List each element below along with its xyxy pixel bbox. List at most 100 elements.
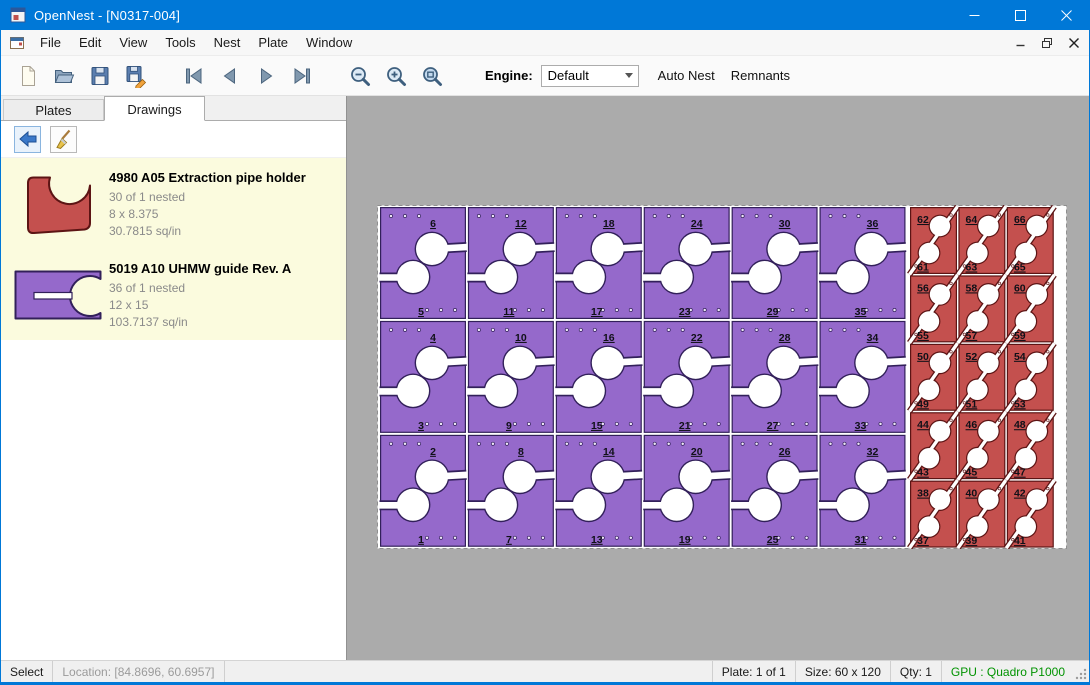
app-icon <box>10 7 26 23</box>
drawing-item-uhmw-guide[interactable]: 5019 A10 UHMW guide Rev. A 36 of 1 neste… <box>1 249 346 340</box>
zoom-fit-button[interactable] <box>415 59 449 93</box>
nested-part-pair-purple[interactable]: 3231 <box>818 435 907 546</box>
nested-part-pair-red[interactable]: 4645 <box>958 412 1006 480</box>
svg-text:53: 53 <box>1014 398 1026 410</box>
mdi-restore-icon <box>1042 38 1052 48</box>
nested-part-pair-purple[interactable]: 2221 <box>642 322 731 433</box>
nested-part-pair-purple[interactable]: 3635 <box>818 208 907 319</box>
open-button[interactable] <box>47 59 81 93</box>
resize-grip-icon <box>1075 668 1087 680</box>
mdi-restore-button[interactable] <box>1035 32 1059 54</box>
svg-text:44: 44 <box>917 419 929 431</box>
svg-text:31: 31 <box>855 534 867 546</box>
send-to-nest-button[interactable] <box>14 126 41 153</box>
svg-text:14: 14 <box>603 446 615 458</box>
nested-part-pair-red[interactable]: 3837 <box>910 480 958 548</box>
svg-text:12: 12 <box>515 218 527 230</box>
svg-text:19: 19 <box>679 534 691 546</box>
nested-part-pair-purple[interactable]: 2423 <box>642 208 731 319</box>
nested-part-pair-purple[interactable]: 1817 <box>554 208 643 319</box>
svg-text:40: 40 <box>966 488 978 500</box>
mdi-minimize-button[interactable] <box>1008 32 1032 54</box>
nested-part-pair-red[interactable]: 4847 <box>1006 412 1054 480</box>
nested-part-pair-purple[interactable]: 21 <box>378 435 467 546</box>
nested-part-pair-purple[interactable]: 1413 <box>554 435 643 546</box>
nested-part-pair-purple[interactable]: 2019 <box>642 435 731 546</box>
zoom-out-button[interactable] <box>343 59 377 93</box>
nested-part-pair-purple[interactable]: 43 <box>378 322 467 433</box>
resize-grip[interactable] <box>1074 661 1089 682</box>
nested-part-pair-purple[interactable]: 1211 <box>466 208 555 319</box>
next-plate-button[interactable] <box>249 59 283 93</box>
svg-text:18: 18 <box>603 218 615 230</box>
previous-plate-button[interactable] <box>213 59 247 93</box>
status-separator <box>224 661 225 682</box>
auto-nest-button[interactable]: Auto Nest <box>653 64 720 87</box>
menu-tools[interactable]: Tools <box>156 30 204 56</box>
nested-part-pair-purple[interactable]: 109 <box>466 322 555 433</box>
drawing-item-extraction-pipe-holder[interactable]: 4980 A05 Extraction pipe holder 30 of 1 … <box>1 158 346 249</box>
remnants-button[interactable]: Remnants <box>726 64 795 87</box>
nest-canvas[interactable]: 6512111817242330293635431091615222128273… <box>347 96 1089 660</box>
svg-text:21: 21 <box>679 420 691 432</box>
last-plate-button[interactable] <box>285 59 319 93</box>
nested-part-pair-red[interactable]: 6665 <box>1006 207 1054 275</box>
tab-drawings[interactable]: Drawings <box>104 96 205 121</box>
save-button[interactable] <box>83 59 117 93</box>
maximize-icon <box>1015 10 1026 21</box>
first-plate-button[interactable] <box>177 59 211 93</box>
nested-part-pair-red[interactable]: 4443 <box>910 412 958 480</box>
menu-edit[interactable]: Edit <box>70 30 110 56</box>
svg-text:59: 59 <box>1014 330 1026 342</box>
nested-part-pair-red[interactable]: 5251 <box>958 343 1006 411</box>
clear-button[interactable] <box>50 126 77 153</box>
menu-nest[interactable]: Nest <box>205 30 250 56</box>
menu-plate[interactable]: Plate <box>249 30 297 56</box>
svg-text:16: 16 <box>603 332 615 344</box>
status-bar: Select Location: [84.8696, 60.6957] Plat… <box>1 660 1089 682</box>
nested-part-pair-purple[interactable]: 87 <box>466 435 555 546</box>
menu-file[interactable]: File <box>31 30 70 56</box>
nested-part-pair-purple[interactable]: 2625 <box>730 435 819 546</box>
nested-part-pair-red[interactable]: 5857 <box>958 275 1006 343</box>
mdi-close-button[interactable] <box>1062 32 1086 54</box>
nested-part-pair-red[interactable]: 5049 <box>910 343 958 411</box>
svg-text:5: 5 <box>418 306 424 318</box>
mdi-minimize-icon <box>1016 38 1025 47</box>
nested-part-pair-red[interactable]: 4039 <box>958 480 1006 548</box>
tab-plates[interactable]: Plates <box>3 99 104 120</box>
nested-part-pair-purple[interactable]: 1615 <box>554 322 643 433</box>
nested-part-pair-red[interactable]: 6261 <box>910 207 958 275</box>
nested-part-pair-red[interactable]: 6059 <box>1006 275 1054 343</box>
nested-part-pair-purple[interactable]: 3029 <box>730 208 819 319</box>
engine-label: Engine: <box>485 68 533 83</box>
nested-part-pair-red[interactable]: 5655 <box>910 275 958 343</box>
maximize-button[interactable] <box>997 0 1043 30</box>
engine-select[interactable]: Default <box>541 65 639 87</box>
plate-canvas[interactable]: 6512111817242330293635431091615222128273… <box>377 205 1067 549</box>
svg-text:65: 65 <box>1014 262 1026 274</box>
nested-part-pair-purple[interactable]: 2827 <box>730 322 819 433</box>
nested-part-pair-red[interactable]: 6463 <box>958 207 1006 275</box>
new-button[interactable] <box>11 59 45 93</box>
nested-part-pair-red[interactable]: 5453 <box>1006 343 1054 411</box>
previous-icon <box>218 64 242 88</box>
zoom-in-button[interactable] <box>379 59 413 93</box>
save-as-button[interactable] <box>119 59 153 93</box>
nested-part-pair-purple[interactable]: 3433 <box>818 322 907 433</box>
svg-text:61: 61 <box>917 262 929 274</box>
opennest-window: OpenNest - [N0317-004] File Edit View To… <box>0 0 1090 685</box>
svg-text:38: 38 <box>917 488 929 500</box>
nested-part-pair-red[interactable]: 4241 <box>1006 480 1054 548</box>
main-toolbar: Engine: Default Auto Nest Remnants <box>1 56 1089 96</box>
close-button[interactable] <box>1043 0 1089 30</box>
drawing-nested-count: 36 of 1 nested <box>109 280 291 297</box>
svg-text:58: 58 <box>966 282 978 294</box>
svg-text:50: 50 <box>917 351 929 363</box>
svg-text:25: 25 <box>767 534 779 546</box>
menu-view[interactable]: View <box>110 30 156 56</box>
menu-window[interactable]: Window <box>297 30 361 56</box>
minimize-button[interactable] <box>951 0 997 30</box>
mdi-close-icon <box>1069 38 1079 48</box>
nested-part-pair-purple[interactable]: 65 <box>378 208 467 319</box>
